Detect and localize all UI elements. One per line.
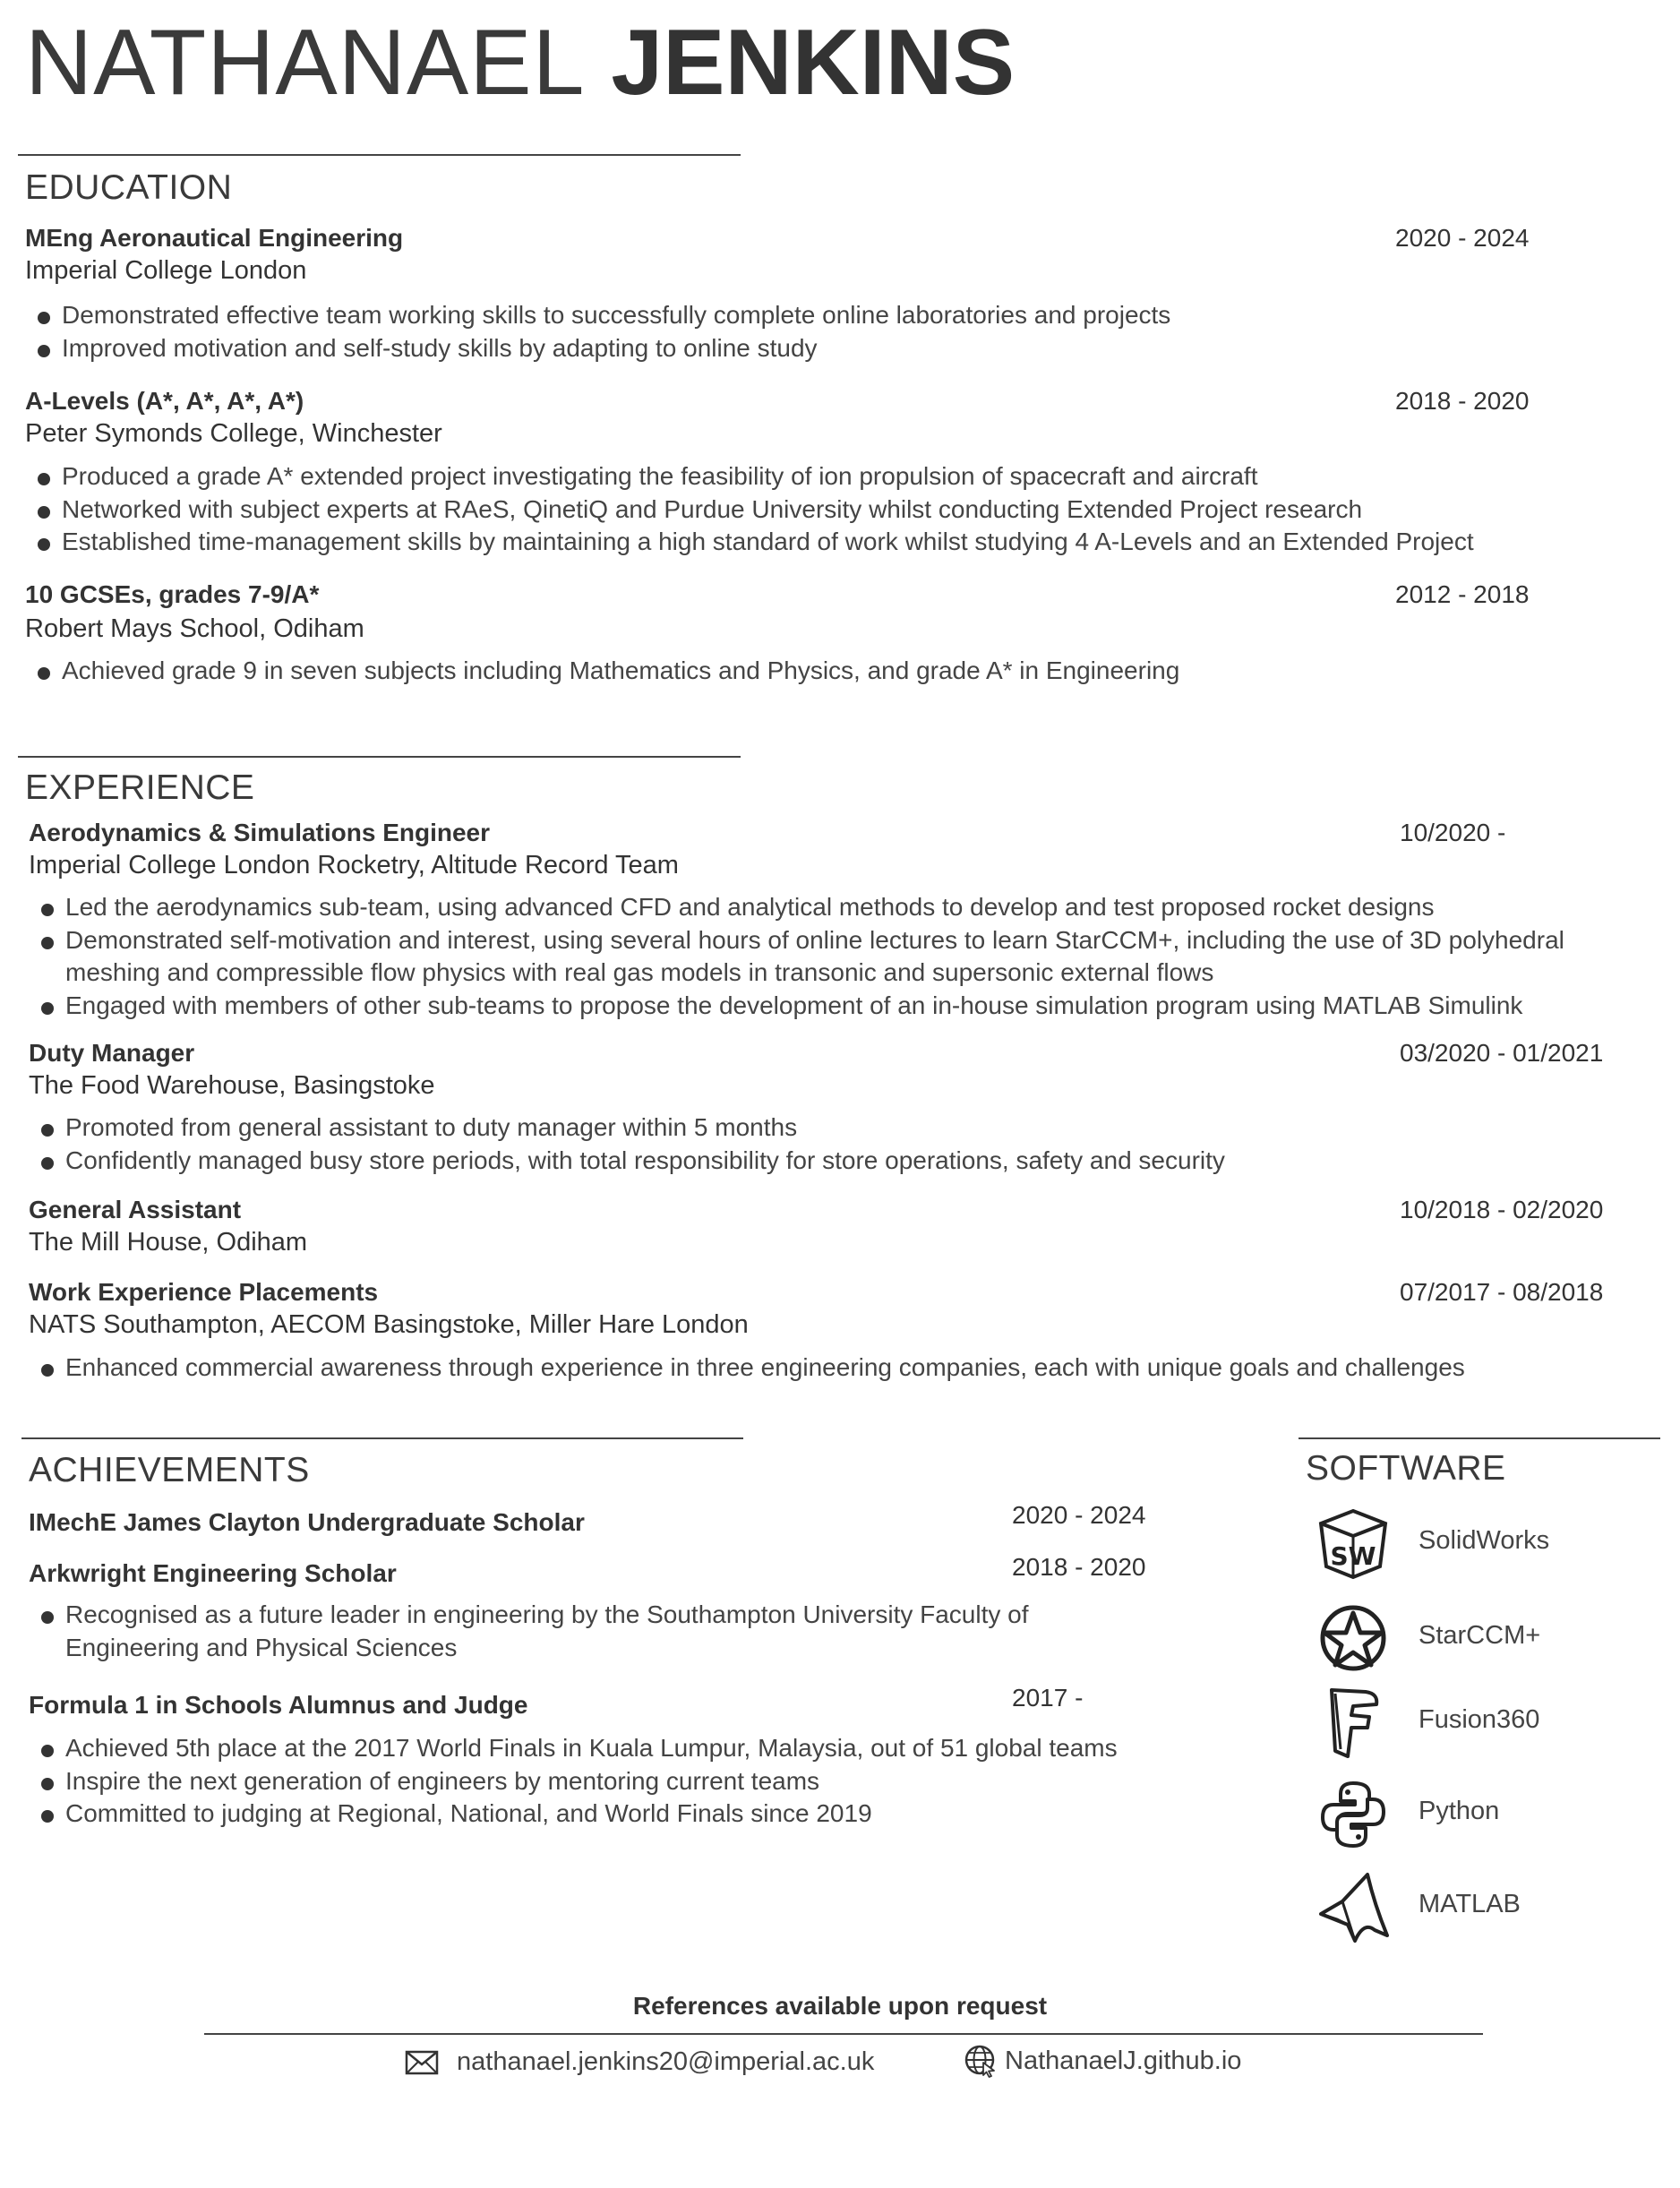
entry-bullets: Recognised as a future leader in enginee… xyxy=(29,1599,1067,1664)
entry-organisation: The Food Warehouse, Basingstoke xyxy=(29,1071,435,1100)
svg-text:SW: SW xyxy=(1330,1541,1376,1571)
email-link[interactable]: nathanael.jenkins20@imperial.ac.uk xyxy=(457,2047,874,2077)
list-item: Promoted from general assistant to duty … xyxy=(29,1111,1623,1145)
software-label: SolidWorks xyxy=(1419,1526,1550,1555)
entry-date: 03/2020 - 01/2021 xyxy=(1400,1039,1604,1067)
website-contact[interactable]: NathanaelJ.github.io xyxy=(964,2044,1241,2078)
list-item: Demonstrated self-motivation and interes… xyxy=(29,924,1623,990)
experience-divider xyxy=(18,756,741,758)
software-item-matlab: MATLAB xyxy=(1315,1868,1521,1945)
list-item: Demonstrated effective team working skil… xyxy=(25,299,1619,332)
entry-title: Aerodynamics & Simulations Engineer xyxy=(29,819,491,846)
python-icon xyxy=(1315,1775,1392,1852)
entry-date: 10/2020 - xyxy=(1400,819,1506,846)
software-label: MATLAB xyxy=(1419,1890,1521,1918)
entry-organisation: NATS Southampton, AECOM Basingstoke, Mil… xyxy=(29,1310,749,1339)
list-item: Led the aerodynamics sub-team, using adv… xyxy=(29,891,1623,924)
education-divider xyxy=(18,154,741,156)
entry-organisation: Imperial College London Rocketry, Altitu… xyxy=(29,851,679,879)
matlab-icon xyxy=(1315,1868,1392,1945)
email-contact[interactable]: nathanael.jenkins20@imperial.ac.uk xyxy=(405,2047,874,2077)
footer-divider xyxy=(204,2033,1483,2035)
entry-date: 2020 - 2024 xyxy=(1395,224,1530,252)
entry-title: 10 GCSEs, grades 7-9/A* xyxy=(25,580,320,608)
list-item: Recognised as a future leader in enginee… xyxy=(29,1599,1067,1664)
website-link[interactable]: NathanaelJ.github.io xyxy=(1005,2046,1241,2076)
first-name: NATHANAEL xyxy=(25,11,586,115)
software-heading: SOFTWARE xyxy=(1306,1449,1506,1488)
entry-date: 2020 - 2024 xyxy=(1012,1501,1146,1529)
entry-organisation: The Mill House, Odiham xyxy=(29,1228,308,1257)
education-heading: EDUCATION xyxy=(25,168,233,207)
entry-organisation: Robert Mays School, Odiham xyxy=(25,614,364,643)
entry-date: 07/2017 - 08/2018 xyxy=(1400,1278,1604,1306)
list-item: Networked with subject experts at RAeS, … xyxy=(25,493,1619,527)
entry-bullets: Achieved grade 9 in seven subjects inclu… xyxy=(25,655,1619,688)
software-divider xyxy=(1299,1437,1660,1439)
software-label: Fusion360 xyxy=(1419,1705,1540,1734)
list-item: Inspire the next generation of engineers… xyxy=(29,1765,1247,1798)
entry-organisation: Peter Symonds College, Winchester xyxy=(25,419,442,448)
software-item-solidworks: SW SolidWorks xyxy=(1315,1505,1549,1582)
entry-bullets: Promoted from general assistant to duty … xyxy=(29,1111,1623,1177)
globe-icon xyxy=(964,2044,998,2078)
software-item-fusion360: Fusion360 xyxy=(1315,1684,1539,1761)
entry-date: 2018 - 2020 xyxy=(1012,1553,1146,1581)
list-item: Established time-management skills by ma… xyxy=(25,526,1619,559)
entry-bullets: Enhanced commercial awareness through ex… xyxy=(29,1351,1623,1385)
fusion360-icon xyxy=(1315,1684,1392,1761)
list-item: Improved motivation and self-study skill… xyxy=(25,332,1619,365)
list-item: Enhanced commercial awareness through ex… xyxy=(29,1351,1623,1385)
entry-bullets: Demonstrated effective team working skil… xyxy=(25,299,1619,365)
entry-date: 10/2018 - 02/2020 xyxy=(1400,1196,1604,1223)
entry-bullets: Produced a grade A* extended project inv… xyxy=(25,460,1619,559)
software-label: Python xyxy=(1419,1797,1500,1825)
entry-bullets: Achieved 5th place at the 2017 World Fin… xyxy=(29,1732,1247,1831)
entry-title: Work Experience Placements xyxy=(29,1278,379,1306)
entry-date: 2012 - 2018 xyxy=(1395,580,1530,608)
entry-title: A-Levels (A*, A*, A*, A*) xyxy=(25,387,304,415)
envelope-icon xyxy=(405,2049,439,2076)
list-item: Achieved 5th place at the 2017 World Fin… xyxy=(29,1732,1247,1765)
list-item: Engaged with members of other sub-teams … xyxy=(29,990,1623,1023)
experience-heading: EXPERIENCE xyxy=(25,768,255,807)
entry-bullets: Led the aerodynamics sub-team, using adv… xyxy=(29,891,1623,1022)
entry-date: 2018 - 2020 xyxy=(1395,387,1530,415)
software-label: StarCCM+ xyxy=(1419,1621,1541,1650)
starccm-icon xyxy=(1315,1600,1392,1677)
list-item: Confidently managed busy store periods, … xyxy=(29,1145,1623,1178)
list-item: Committed to judging at Regional, Nation… xyxy=(29,1798,1247,1831)
entry-title: MEng Aeronautical Engineering xyxy=(25,224,404,252)
entry-date: 2017 - xyxy=(1012,1684,1084,1712)
list-item: Achieved grade 9 in seven subjects inclu… xyxy=(25,655,1619,688)
software-item-starccm: StarCCM+ xyxy=(1315,1600,1540,1677)
last-name: JENKINS xyxy=(611,11,1016,115)
references-note: References available upon request xyxy=(632,1992,1048,2020)
page-title: NATHANAEL JENKINS xyxy=(25,9,1015,116)
software-item-python: Python xyxy=(1315,1775,1499,1852)
entry-title: IMechE James Clayton Undergraduate Schol… xyxy=(29,1508,585,1536)
achievements-heading: ACHIEVEMENTS xyxy=(29,1451,310,1489)
solidworks-icon: SW xyxy=(1315,1505,1392,1582)
list-item: Produced a grade A* extended project inv… xyxy=(25,460,1619,493)
entry-title: Arkwright Engineering Scholar xyxy=(29,1559,397,1587)
entry-organisation: Imperial College London xyxy=(25,256,307,285)
entry-title: General Assistant xyxy=(29,1196,242,1223)
achievements-divider xyxy=(21,1437,743,1439)
entry-title: Formula 1 in Schools Alumnus and Judge xyxy=(29,1691,528,1719)
entry-title: Duty Manager xyxy=(29,1039,195,1067)
